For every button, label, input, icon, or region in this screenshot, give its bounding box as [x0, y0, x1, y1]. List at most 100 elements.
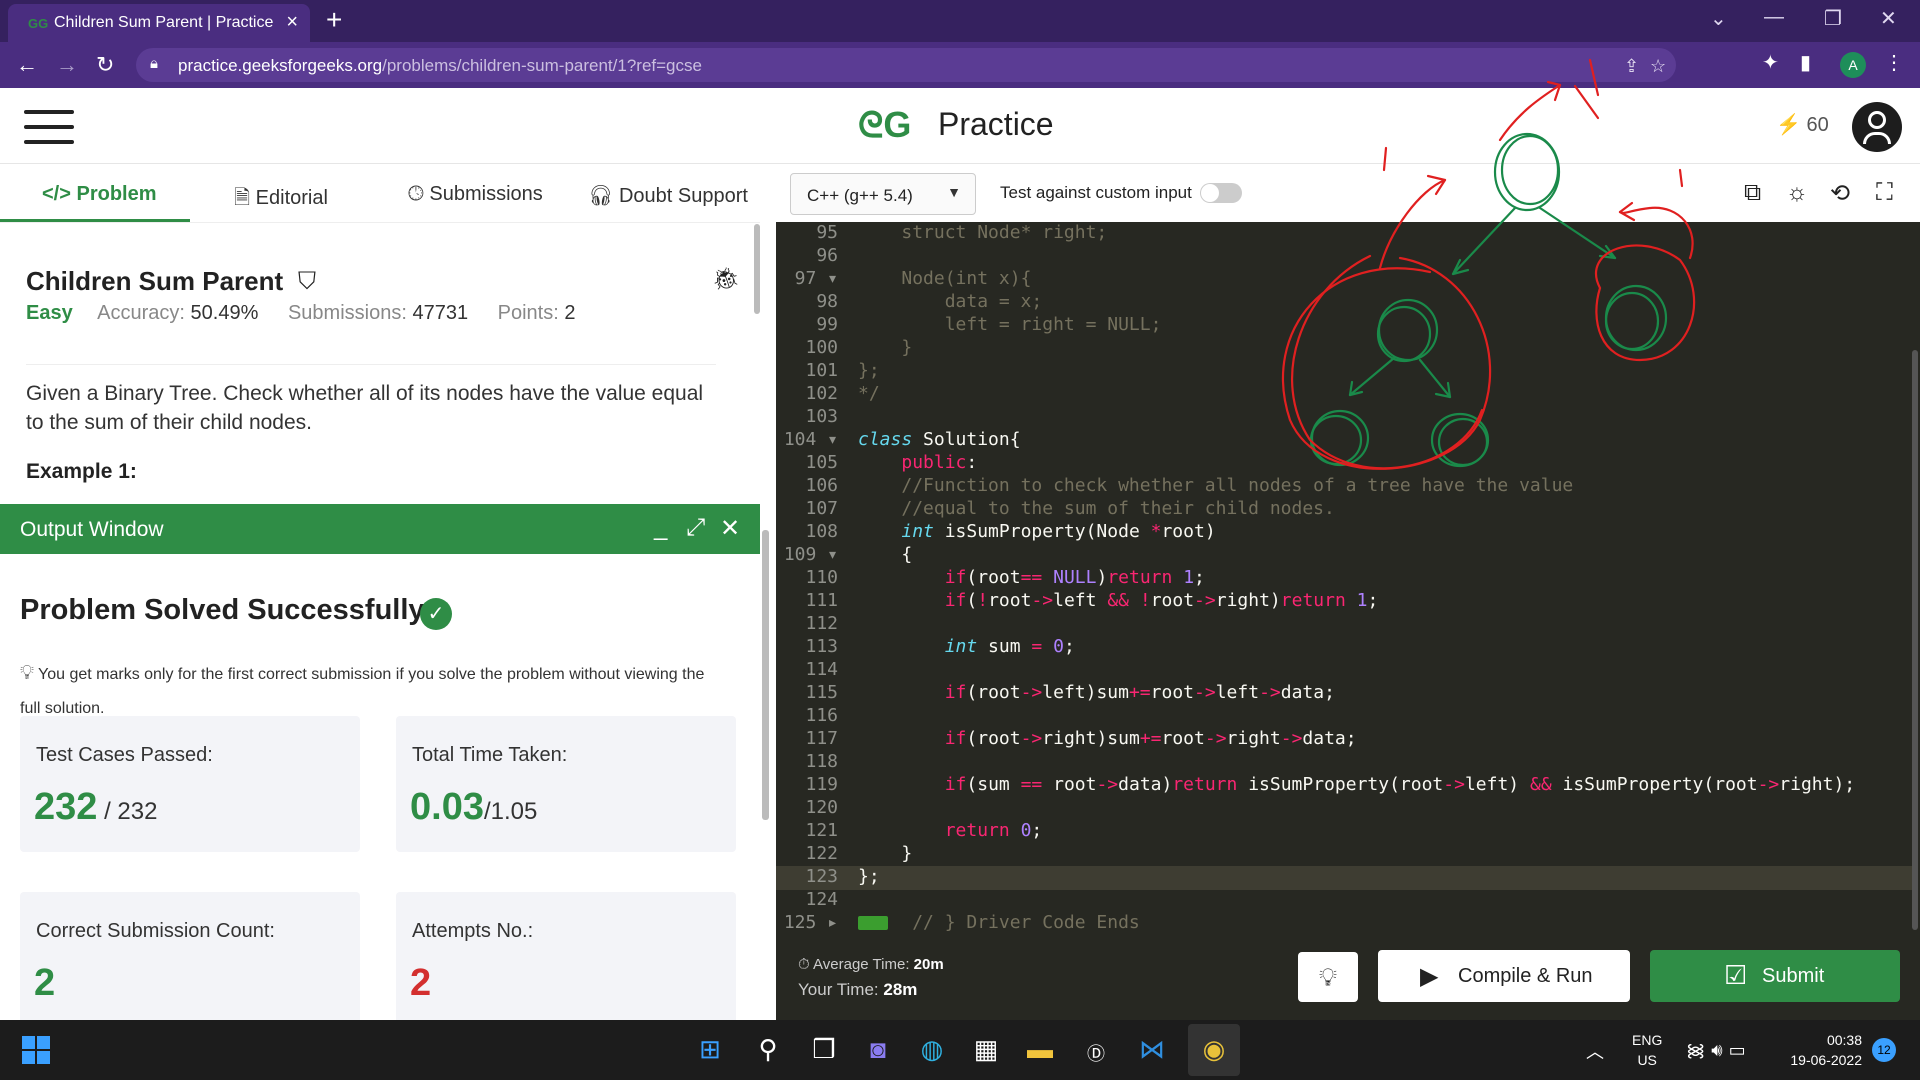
reset-code-icon[interactable]: ⟲ — [1830, 179, 1850, 208]
tab-submissions[interactable]: 🕓︎ Submissions — [408, 183, 543, 206]
example-heading: Example 1: — [26, 460, 137, 483]
close-window-icon[interactable]: ✕ — [1880, 6, 1897, 31]
gfg-logo[interactable]: ᘓG — [858, 104, 911, 147]
browser-tab[interactable]: GG Children Sum Parent | Practice | G × — [8, 4, 310, 42]
problem-scrollbar[interactable] — [754, 224, 760, 314]
document-icon: 🗎 — [234, 187, 251, 209]
card-value: 0.03/1.05 — [410, 786, 537, 829]
chrome-icon[interactable]: ◉ — [1196, 1034, 1232, 1065]
problem-panel: Children Sum Parent ⛉ 🐞︎ Easy Accuracy: … — [0, 224, 760, 504]
theme-sun-icon[interactable]: ☼ — [1786, 179, 1808, 207]
line-number: 118 — [805, 751, 838, 772]
system-clock[interactable]: 00:38 19-06-2022 — [1776, 1030, 1862, 1070]
side-panel-icon[interactable]: ▮ — [1800, 50, 1811, 75]
url-field[interactable]: 🔒︎ practice.geeksforgeeks.org/problems/c… — [136, 48, 1676, 82]
editor-action-bar: ⏱︎ Average Time: 20m Your Time: 28m 💡︎ ▶… — [776, 934, 1920, 1020]
code-editor[interactable]: 95 96 97 ▾ 98 99 100 101 102 103 104 ▾ 105… — [776, 222, 1920, 934]
close-output-icon[interactable]: ✕ — [720, 514, 740, 543]
line-number: 112 — [805, 613, 838, 634]
input-language[interactable]: ENG US — [1632, 1030, 1662, 1070]
store-icon[interactable]: ▦ — [968, 1034, 1004, 1065]
avg-time-value: 20m — [913, 956, 944, 973]
tab-doubt-support[interactable]: 🎧︎ Doubt Support — [588, 183, 748, 208]
bookmark-star-icon[interactable]: ☆ — [1650, 56, 1666, 77]
line-number: 100 — [805, 337, 838, 358]
hamburger-menu-icon[interactable] — [24, 110, 74, 144]
share-icon[interactable]: ⇪ — [1624, 56, 1639, 77]
folded-code-marker[interactable] — [858, 916, 888, 930]
code-line: if(root->left)sum+=root->left->data; — [944, 682, 1335, 703]
accuracy-label: Accuracy: — [97, 302, 185, 324]
tab-search-icon[interactable]: ⌄ — [1710, 6, 1727, 31]
tab-problem[interactable]: </> Problem — [42, 183, 157, 206]
bookmark-icon[interactable]: ⛉ — [298, 268, 316, 296]
test-cases-passed: 232 — [34, 786, 98, 828]
extensions-icon[interactable]: ✦ — [1762, 50, 1779, 75]
start-icon[interactable] — [22, 1036, 50, 1064]
streak-counter[interactable]: ⚡ 60 — [1776, 112, 1829, 137]
line-number: 108 — [805, 521, 838, 542]
tray-overflow-icon[interactable]: ︿ — [1586, 1038, 1604, 1064]
windows-start-icon[interactable]: ⊞ — [692, 1034, 728, 1065]
custom-input-toggle[interactable] — [1200, 183, 1242, 203]
restore-icon[interactable]: ❐ — [1824, 6, 1842, 31]
code-line: */ — [858, 383, 880, 404]
file-explorer-icon[interactable]: ▬ — [1022, 1034, 1058, 1065]
code-line: data = x; — [944, 291, 1043, 312]
line-number: 120 — [805, 797, 838, 818]
card-label: Correct Submission Count: — [36, 920, 275, 942]
new-tab-icon[interactable]: + — [326, 4, 342, 36]
line-number: 114 — [805, 659, 838, 680]
language-select[interactable]: C++ (g++ 5.4) ▼ — [790, 173, 976, 215]
line-number: 125 ▸ — [783, 912, 838, 933]
code-line: }; — [858, 866, 880, 887]
tip-text: You get marks only for the first correct… — [20, 666, 705, 717]
copy-icon[interactable]: ⧉ — [1744, 179, 1761, 207]
code-line: int isSumProperty(Node *root) — [901, 521, 1216, 542]
selected-language: C++ (g++ 5.4) — [807, 186, 913, 205]
line-number: 98 — [816, 291, 838, 312]
your-time-label: Your Time: — [798, 980, 879, 999]
line-number: 107 — [805, 498, 838, 519]
tab-editorial[interactable]: 🗎 Editorial — [234, 183, 328, 217]
tray-icons[interactable]: ᯼🔊︎▭ — [1686, 1038, 1752, 1062]
line-number: 116 — [805, 705, 838, 726]
browser-profile-avatar[interactable]: A — [1840, 52, 1866, 78]
search-icon[interactable]: ⚲ — [750, 1034, 786, 1065]
output-scrollbar[interactable] — [762, 530, 769, 820]
dell-icon[interactable]: Ⓓ — [1078, 1040, 1114, 1066]
edge-icon[interactable]: ◍ — [914, 1034, 950, 1065]
user-avatar[interactable] — [1852, 102, 1902, 152]
minimize-icon[interactable]: — — [1764, 6, 1784, 29]
hint-button[interactable]: 💡︎ — [1298, 952, 1358, 1002]
code-line: { — [858, 544, 913, 565]
tab-title: Children Sum Parent | Practice | G — [54, 14, 274, 31]
lightbulb-icon: 💡︎ — [1318, 962, 1338, 992]
fullscreen-icon[interactable]: ⛶ — [1876, 179, 1893, 207]
vscode-icon[interactable]: ⋈ — [1134, 1034, 1170, 1065]
teams-chat-icon[interactable]: ◙ — [860, 1034, 896, 1065]
active-tab-indicator — [0, 219, 190, 222]
compile-run-button[interactable]: ▶ Compile & Run — [1378, 950, 1630, 1002]
report-bug-icon[interactable]: 🐞︎ — [712, 266, 740, 292]
line-number: 97 ▾ — [794, 268, 838, 289]
forward-icon[interactable]: → — [56, 52, 78, 78]
reload-icon[interactable]: ↻ — [96, 52, 114, 78]
back-icon[interactable]: ← — [16, 52, 38, 78]
line-number: 96 — [816, 245, 838, 266]
close-tab-icon[interactable]: × — [286, 11, 298, 34]
code-line: if(sum == root->data)return isSumPropert… — [944, 774, 1856, 795]
expand-output-icon[interactable]: ⤢ — [686, 514, 705, 542]
submit-button[interactable]: ☑ Submit — [1650, 950, 1900, 1002]
notification-badge[interactable]: 12 — [1872, 1038, 1896, 1062]
practice-brand[interactable]: Practice — [938, 106, 1054, 143]
time-limit: /1.05 — [483, 798, 538, 825]
editor-scrollbar[interactable] — [1912, 350, 1918, 930]
task-view-icon[interactable]: ❒ — [806, 1034, 842, 1065]
your-time: Your Time: 28m — [798, 980, 917, 1000]
card-value: 232 / 232 — [34, 786, 157, 829]
minimize-output-icon[interactable]: _ — [654, 514, 667, 542]
line-number: 110 — [805, 567, 838, 588]
browser-menu-icon[interactable]: ⋮ — [1884, 50, 1904, 75]
lang-region: US — [1637, 1052, 1657, 1068]
